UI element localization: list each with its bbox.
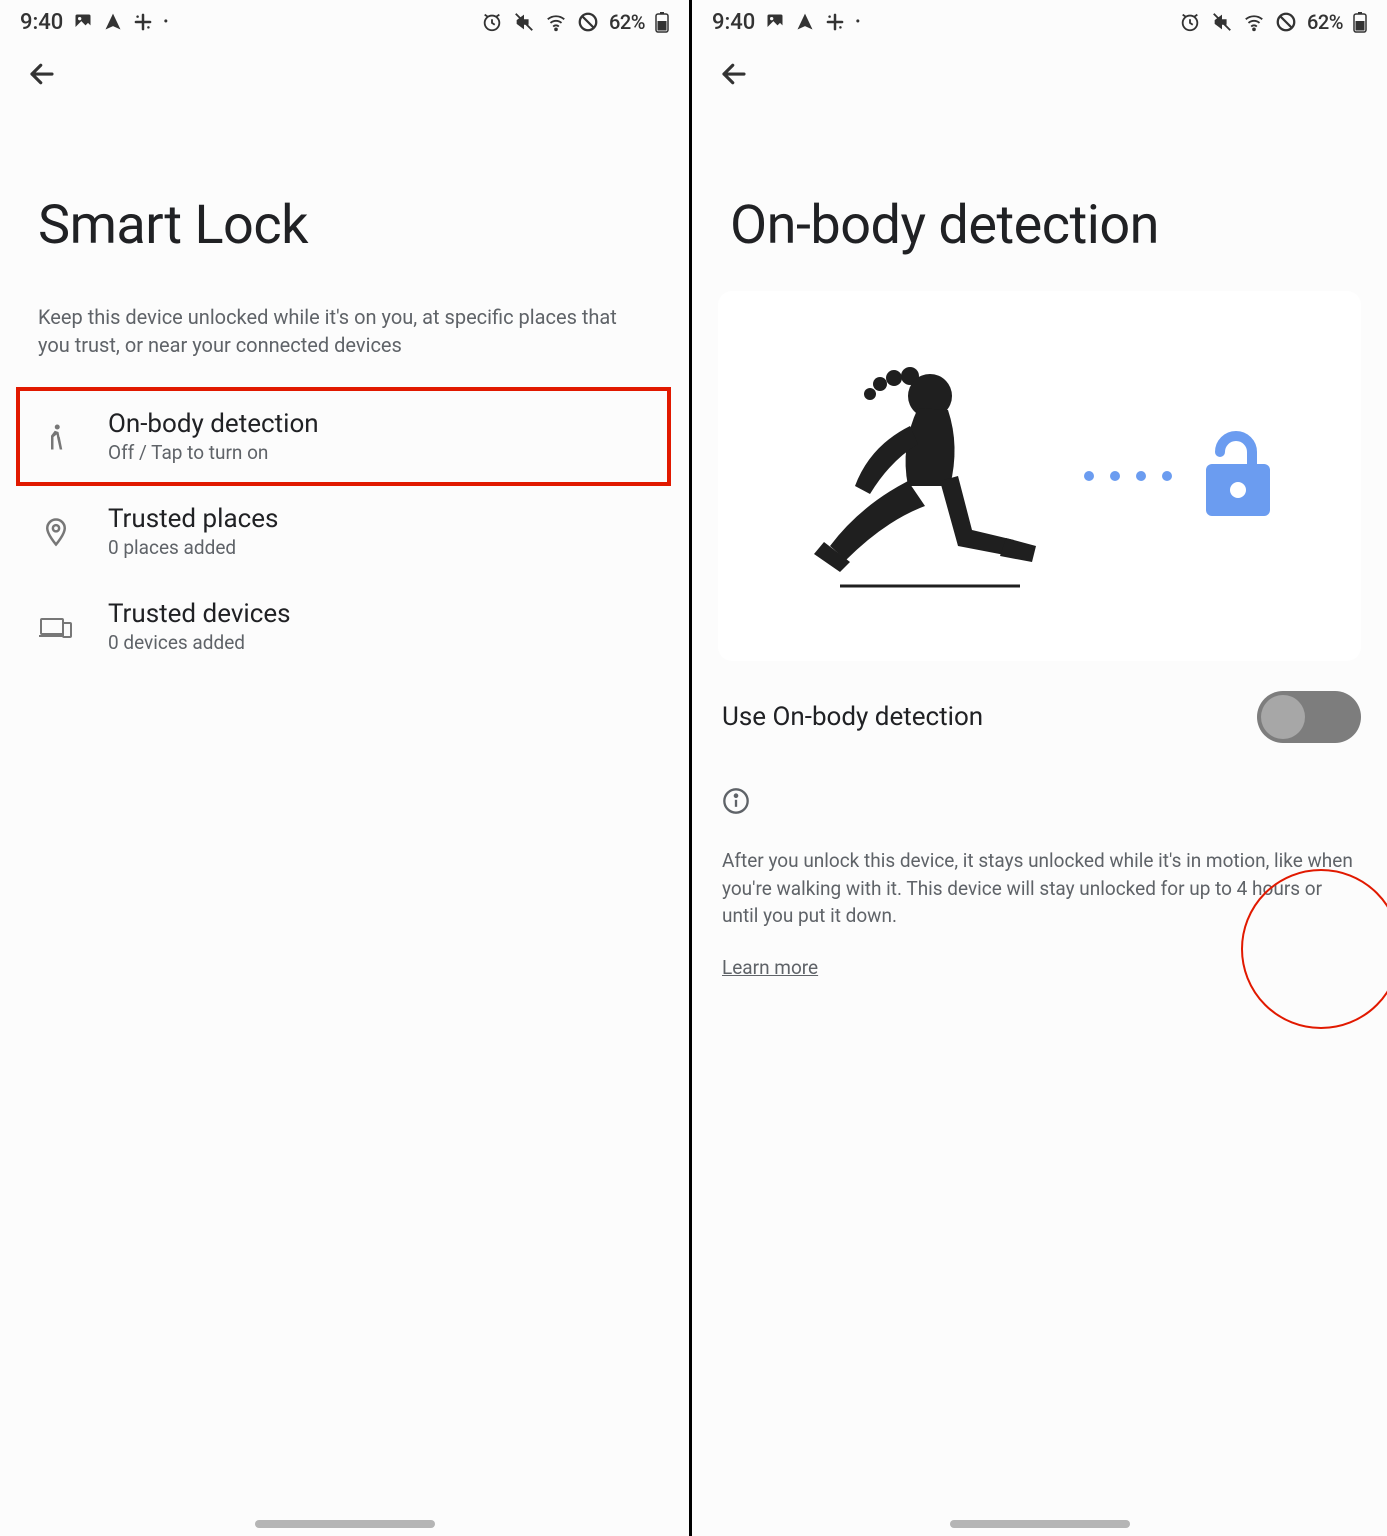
image-icon	[73, 12, 93, 32]
walking-person-icon	[38, 419, 74, 455]
status-bar: 9:40 •	[692, 0, 1387, 44]
dot-icon: •	[163, 14, 168, 30]
back-button[interactable]	[22, 54, 62, 94]
row-on-body-detection[interactable]: On-body detection Off / Tap to turn on	[18, 389, 669, 484]
dot-icon: •	[855, 14, 860, 30]
wifi-icon	[1243, 11, 1265, 33]
nav-pill[interactable]	[950, 1520, 1130, 1528]
app-bar	[0, 44, 689, 104]
back-button[interactable]	[714, 54, 754, 94]
row-title: On-body detection	[108, 409, 319, 439]
learn-more-link[interactable]: Learn more	[692, 940, 848, 995]
status-time: 9:40	[20, 10, 63, 35]
app-bar	[692, 44, 1387, 104]
dots-icon	[1084, 471, 1172, 481]
battery-icon	[1353, 11, 1367, 33]
status-bar: 9:40 •	[0, 0, 689, 44]
devices-icon	[38, 609, 74, 645]
send-icon	[103, 12, 123, 32]
page-title: Smart Lock	[0, 104, 689, 281]
info-icon	[692, 767, 1387, 825]
on-body-detection-toggle[interactable]	[1257, 691, 1361, 743]
screen-smart-lock: 9:40 •	[0, 0, 692, 1536]
battery-text: 62%	[1307, 10, 1343, 34]
toggle-label: Use On-body detection	[722, 702, 983, 732]
running-person-illustration	[800, 346, 1060, 606]
back-arrow-icon	[719, 59, 749, 89]
row-subtitle: 0 devices added	[108, 631, 291, 654]
row-trusted-places[interactable]: Trusted places 0 places added	[0, 484, 689, 579]
image-icon	[765, 12, 785, 32]
do-not-disturb-icon	[1275, 11, 1297, 33]
toggle-knob	[1261, 695, 1305, 739]
screen-on-body-detection: 9:40 •	[692, 0, 1387, 1536]
illustration-card	[718, 291, 1361, 661]
row-subtitle: 0 places added	[108, 536, 278, 559]
row-trusted-devices[interactable]: Trusted devices 0 devices added	[0, 579, 689, 674]
alarm-icon	[481, 11, 503, 33]
vibrate-icon	[1211, 11, 1233, 33]
row-title: Trusted places	[108, 504, 278, 534]
battery-icon	[655, 11, 669, 33]
slack-icon	[133, 12, 153, 32]
location-pin-icon	[38, 514, 74, 550]
info-text: After you unlock this device, it stays u…	[692, 825, 1387, 940]
unlocked-padlock-icon	[1196, 428, 1280, 524]
row-subtitle: Off / Tap to turn on	[108, 441, 319, 464]
toggle-row: Use On-body detection	[692, 661, 1387, 767]
battery-text: 62%	[609, 10, 645, 34]
nav-bar	[0, 1520, 689, 1528]
back-arrow-icon	[27, 59, 57, 89]
slack-icon	[825, 12, 845, 32]
vibrate-icon	[513, 11, 535, 33]
alarm-icon	[1179, 11, 1201, 33]
status-time: 9:40	[712, 10, 755, 35]
page-subtitle: Keep this device unlocked while it's on …	[0, 281, 689, 389]
wifi-icon	[545, 11, 567, 33]
nav-pill[interactable]	[255, 1520, 435, 1528]
page-title: On-body detection	[692, 104, 1387, 281]
send-icon	[795, 12, 815, 32]
do-not-disturb-icon	[577, 11, 599, 33]
nav-bar	[692, 1520, 1387, 1528]
row-title: Trusted devices	[108, 599, 291, 629]
